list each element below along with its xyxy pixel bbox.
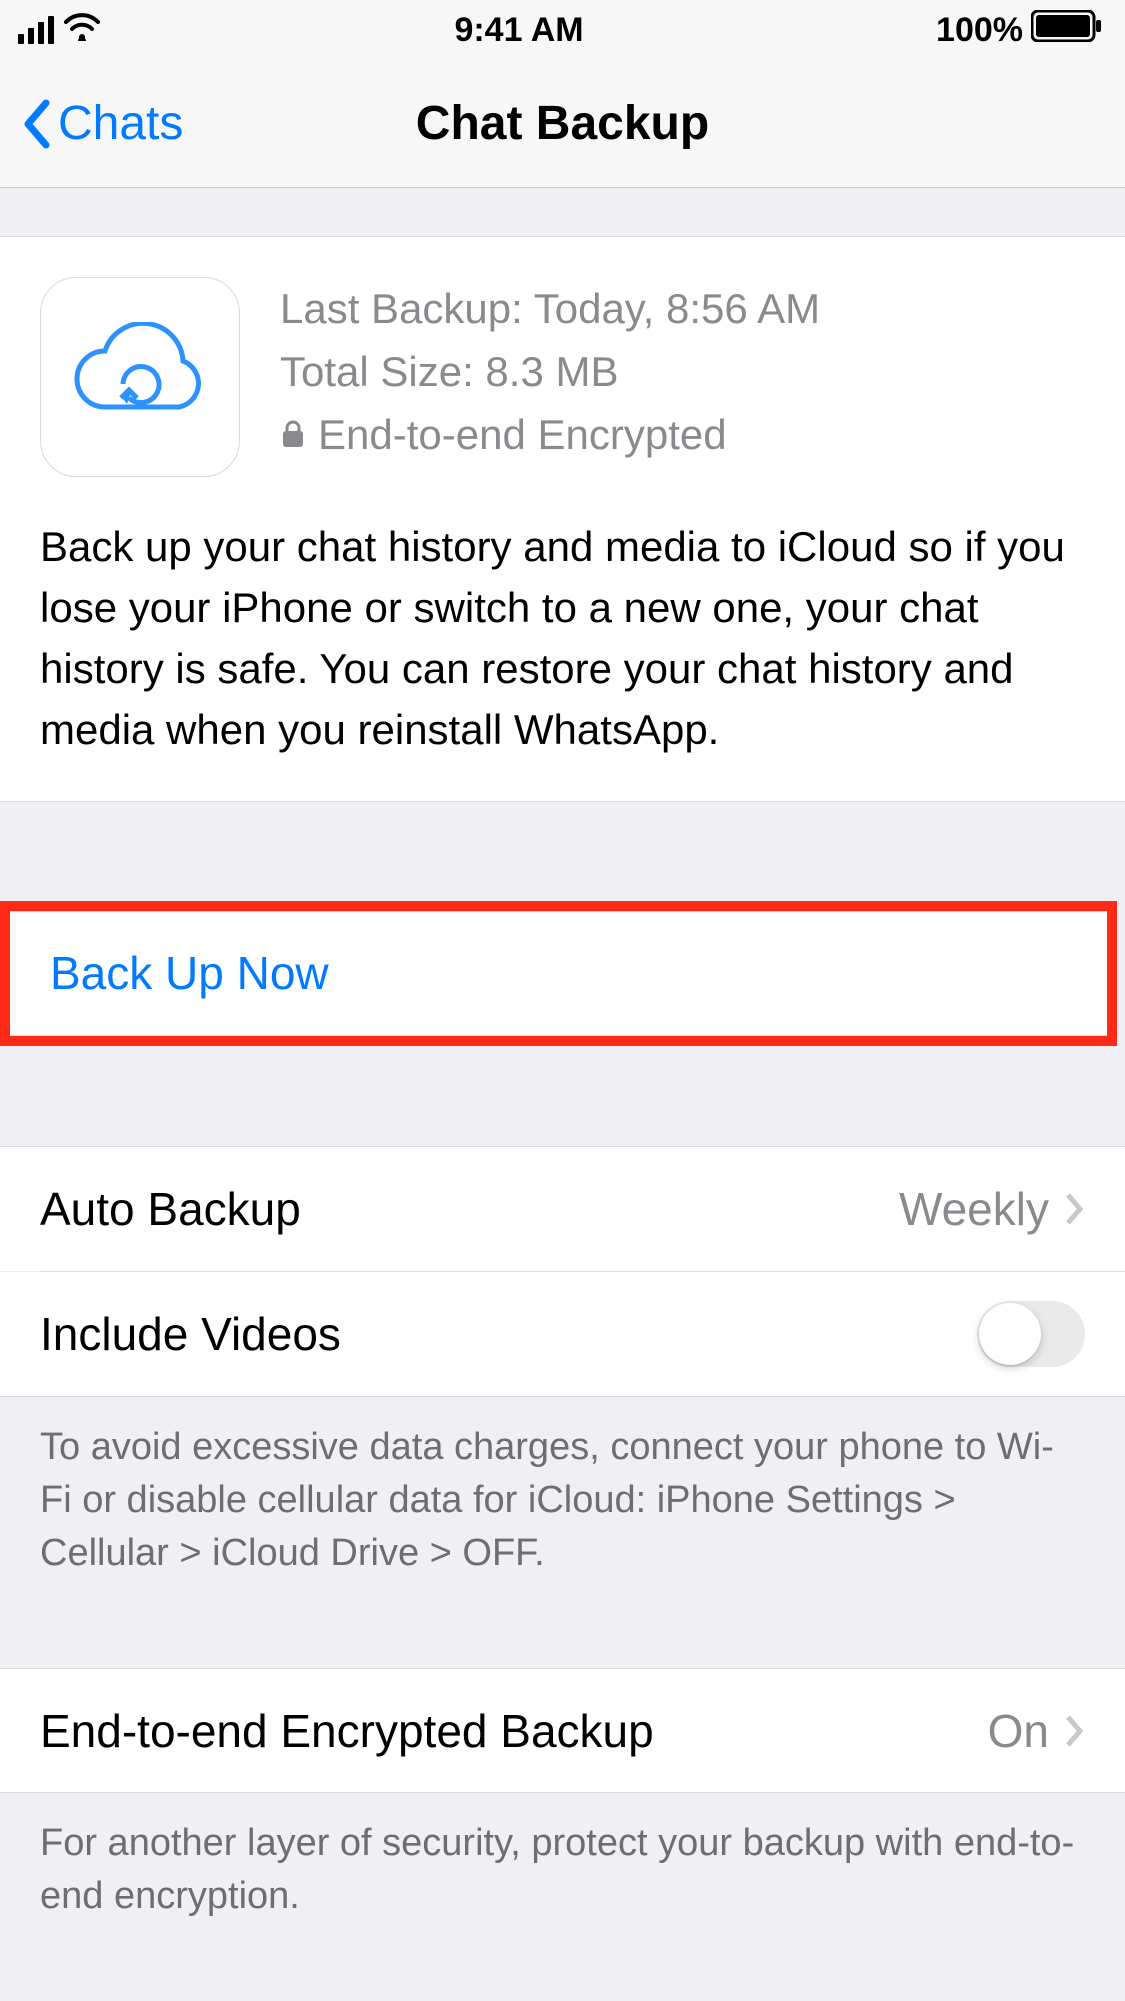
- chevron-right-icon: [1065, 1714, 1085, 1748]
- status-bar: 9:41 AM 100%: [0, 0, 1125, 60]
- auto-backup-label: Auto Backup: [40, 1182, 301, 1236]
- back-button[interactable]: Chats: [22, 96, 183, 151]
- chevron-right-icon: [1065, 1192, 1085, 1226]
- battery-icon: [1031, 10, 1103, 51]
- backup-now-label: Back Up Now: [50, 946, 329, 1000]
- nav-bar: Chats Chat Backup: [0, 60, 1125, 188]
- include-videos-row: Include Videos: [0, 1272, 1125, 1397]
- battery-percent: 100%: [936, 11, 1023, 50]
- backup-info-card: Last Backup: Today, 8:56 AM Total Size: …: [0, 236, 1125, 801]
- data-charge-note: To avoid excessive data charges, connect…: [0, 1397, 1125, 1629]
- backup-now-button[interactable]: Back Up Now: [10, 911, 1107, 1036]
- back-label: Chats: [58, 96, 183, 151]
- include-videos-toggle[interactable]: [977, 1301, 1085, 1367]
- chevron-left-icon: [22, 99, 52, 149]
- cellular-signal-icon: [18, 16, 54, 44]
- status-time: 9:41 AM: [102, 11, 936, 50]
- auto-backup-row[interactable]: Auto Backup Weekly: [0, 1146, 1125, 1271]
- highlight-box: Back Up Now: [0, 901, 1117, 1046]
- e2e-backup-value: On: [988, 1704, 1049, 1758]
- last-backup-text: Last Backup: Today, 8:56 AM: [280, 277, 820, 340]
- e2e-backup-label: End-to-end Encrypted Backup: [40, 1704, 654, 1758]
- total-size-text: Total Size: 8.3 MB: [280, 340, 820, 403]
- encrypted-text: End-to-end Encrypted: [318, 403, 727, 466]
- backup-description: Back up your chat history and media to i…: [40, 517, 1085, 761]
- cloud-sync-icon: [40, 277, 240, 477]
- wifi-icon: [62, 11, 102, 50]
- e2e-note: For another layer of security, protect y…: [0, 1793, 1125, 1971]
- e2e-backup-row[interactable]: End-to-end Encrypted Backup On: [0, 1668, 1125, 1793]
- lock-icon: [280, 403, 306, 466]
- include-videos-label: Include Videos: [40, 1307, 341, 1361]
- auto-backup-value: Weekly: [899, 1182, 1049, 1236]
